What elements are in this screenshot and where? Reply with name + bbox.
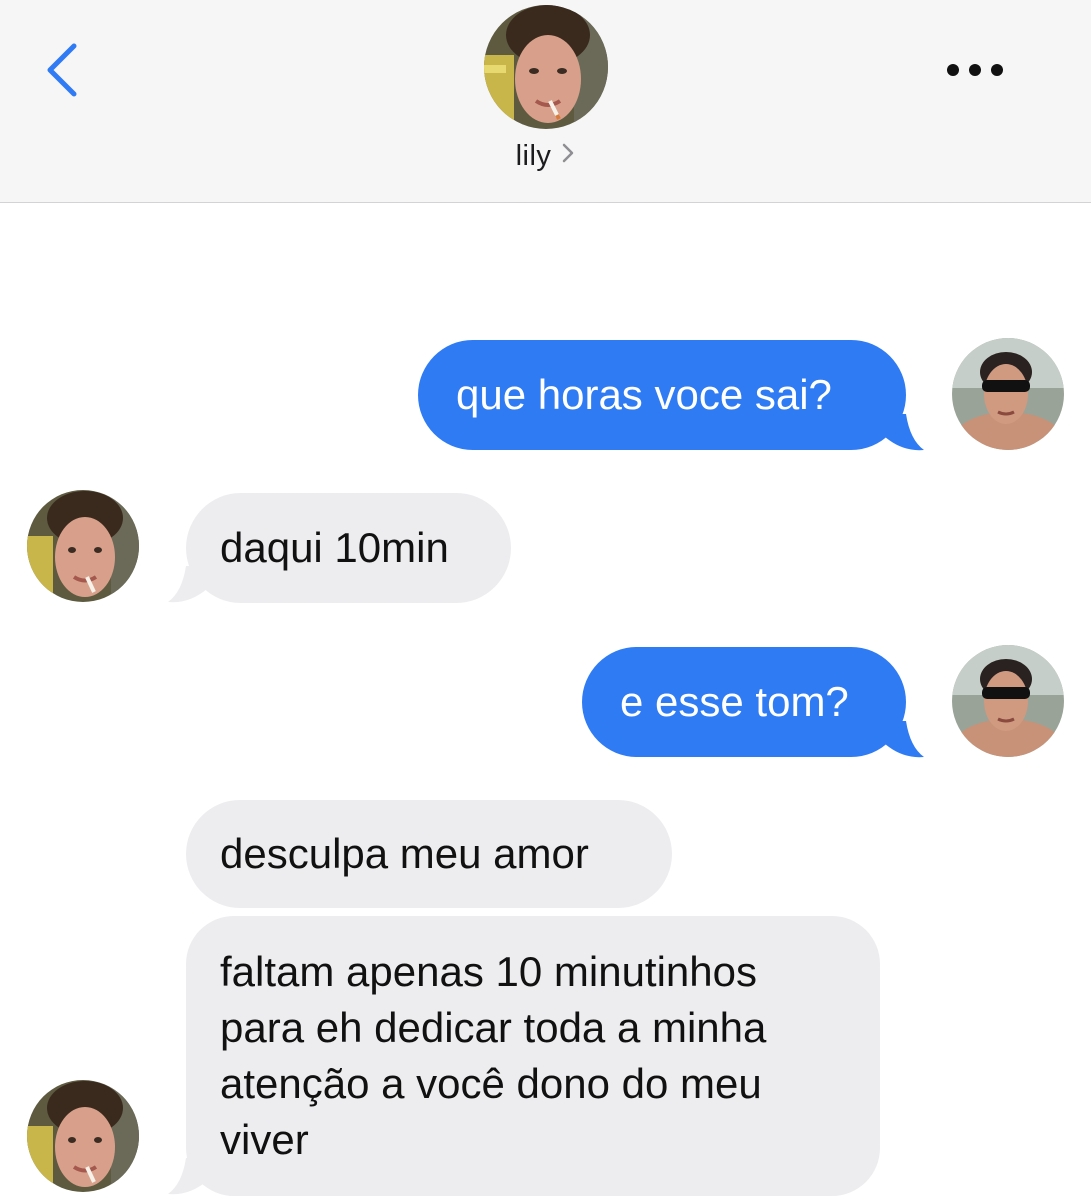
bubble-tail (884, 721, 924, 758)
message-text: e esse tom? (620, 678, 849, 725)
bubble-tail (884, 414, 924, 451)
my-avatar[interactable] (952, 338, 1064, 450)
contact-name-button[interactable]: lily (0, 140, 1091, 173)
message-text: que horas voce sai? (456, 371, 832, 418)
contact-avatar-small[interactable] (27, 1080, 139, 1192)
back-button[interactable] (40, 38, 90, 102)
message-bubble-incoming[interactable]: desculpa meu amor (186, 800, 672, 908)
more-options-button[interactable] (940, 56, 1010, 84)
message-bubble-outgoing[interactable]: e esse tom? (582, 647, 906, 757)
message-bubble-incoming[interactable]: daqui 10min (186, 493, 511, 603)
chevron-left-icon (47, 43, 77, 97)
ellipsis-icon (947, 64, 1003, 76)
contact-avatar[interactable] (484, 5, 608, 129)
message-text: desculpa meu amor (220, 830, 589, 877)
chevron-right-icon (561, 139, 575, 172)
message-text: faltam apenas 10 minutinhos para eh dedi… (220, 948, 767, 1163)
conversation-header: lily (0, 0, 1091, 203)
message-text: daqui 10min (220, 524, 449, 571)
contact-name: lily (515, 140, 552, 172)
my-avatar[interactable] (952, 645, 1064, 757)
message-bubble-incoming[interactable]: faltam apenas 10 minutinhos para eh dedi… (186, 916, 880, 1196)
message-bubble-outgoing[interactable]: que horas voce sai? (418, 340, 906, 450)
contact-avatar-small[interactable] (27, 490, 139, 602)
